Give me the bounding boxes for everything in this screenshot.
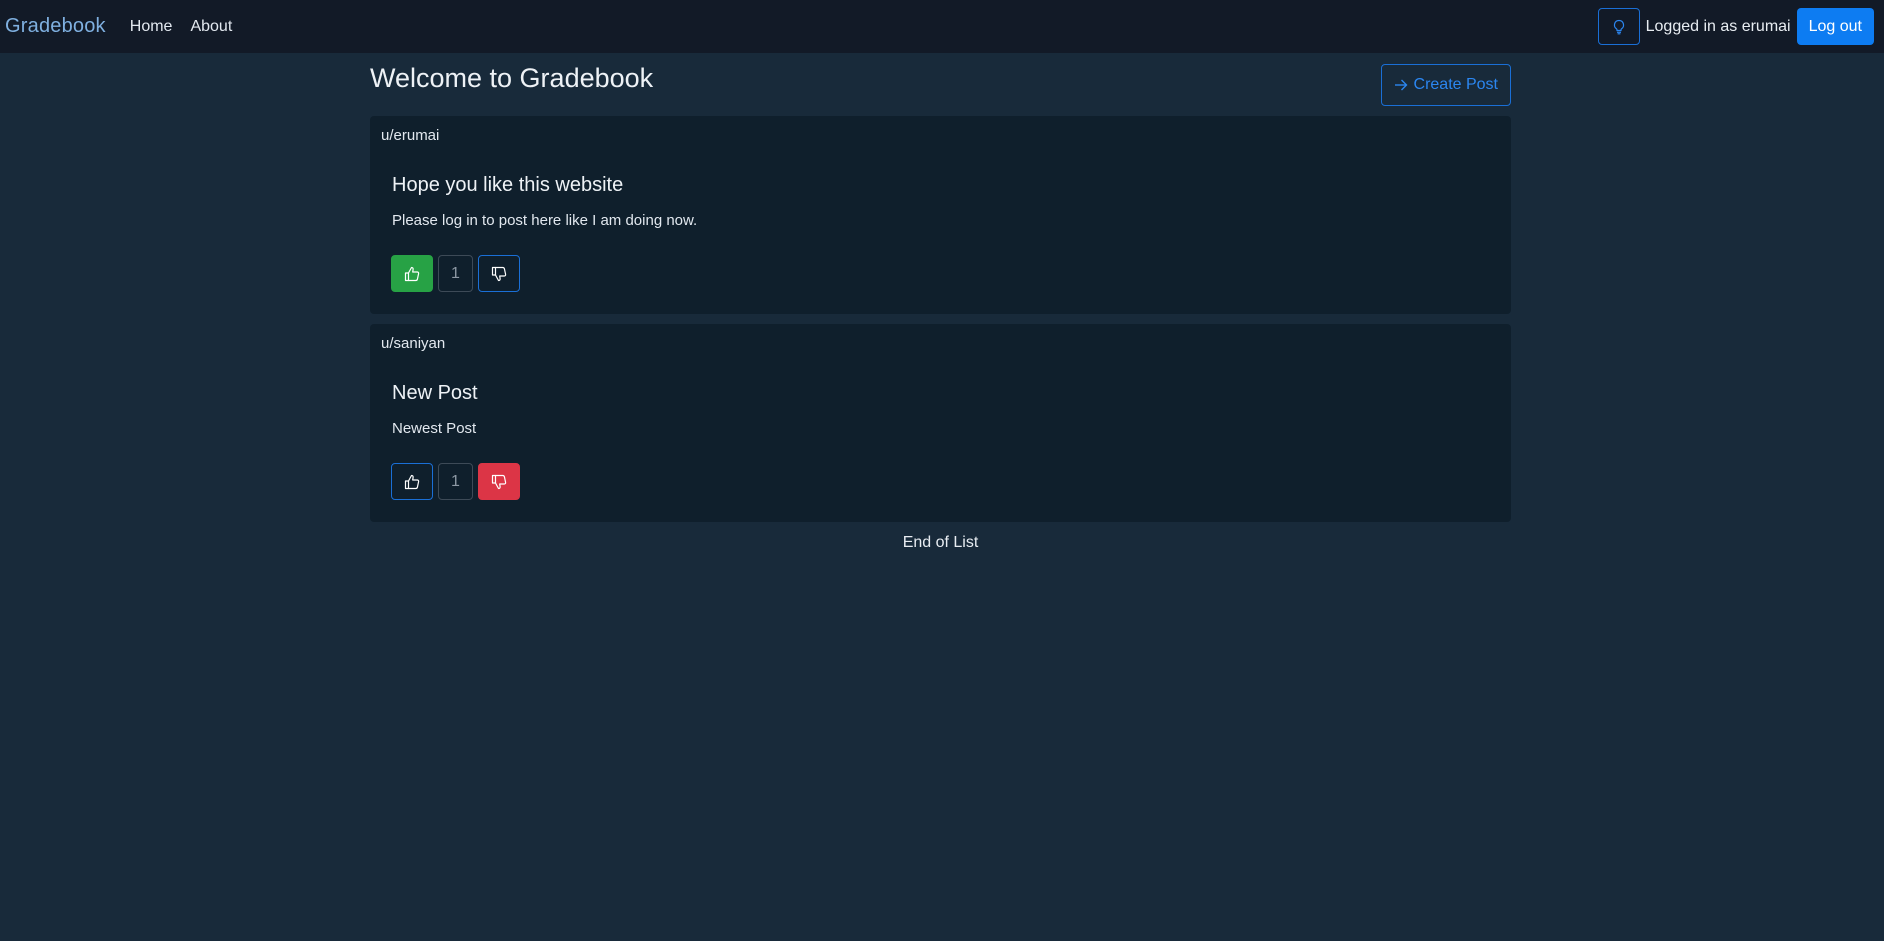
arrow-right-icon <box>1394 79 1408 91</box>
top-navbar: Gradebook Home About Logged in as erumai… <box>0 0 1884 53</box>
create-post-button[interactable]: Create Post <box>1380 64 1511 106</box>
brand-logo-link[interactable]: Gradebook <box>5 15 106 38</box>
lightbulb-icon <box>1613 19 1624 34</box>
page-header: Welcome to Gradebook Create Post <box>370 53 1511 116</box>
downvote-button[interactable] <box>478 255 520 292</box>
main-content: Welcome to Gradebook Create Post u/eruma… <box>370 53 1511 552</box>
thumbs-up-icon <box>404 474 420 489</box>
post-body: Newest Post <box>392 420 477 437</box>
post-author[interactable]: u/saniyan <box>381 335 445 352</box>
logged-in-status: Logged in as erumai <box>1645 17 1791 35</box>
upvote-button[interactable] <box>391 463 433 500</box>
thumbs-down-icon <box>491 266 507 281</box>
create-post-label: Create Post <box>1413 76 1498 93</box>
nav-link-home[interactable]: Home <box>130 18 173 36</box>
logout-button[interactable]: Log out <box>1796 8 1874 45</box>
thumbs-up-icon <box>404 266 420 281</box>
post-author[interactable]: u/erumai <box>381 127 439 144</box>
post-title: Hope you like this website <box>392 174 624 196</box>
post-title: New Post <box>392 382 478 404</box>
upvote-button[interactable] <box>391 255 433 292</box>
thumbs-down-icon <box>491 474 507 489</box>
downvote-button[interactable] <box>478 463 520 500</box>
post-card: u/erumai Hope you like this website Plea… <box>370 116 1511 314</box>
vote-controls: 1 <box>391 255 520 292</box>
vote-count: 1 <box>438 463 473 500</box>
post-card: u/saniyan New Post Newest Post 1 <box>370 324 1511 522</box>
end-of-list-text: End of List <box>902 534 979 551</box>
vote-count: 1 <box>438 255 473 292</box>
theme-toggle-button[interactable] <box>1597 8 1640 45</box>
page-title: Welcome to Gradebook <box>370 63 654 93</box>
navbar-user-area: Logged in as erumai Log out <box>1597 8 1874 45</box>
vote-controls: 1 <box>391 463 520 500</box>
post-body: Please log in to post here like I am doi… <box>392 212 698 229</box>
nav-link-about[interactable]: About <box>190 18 232 36</box>
